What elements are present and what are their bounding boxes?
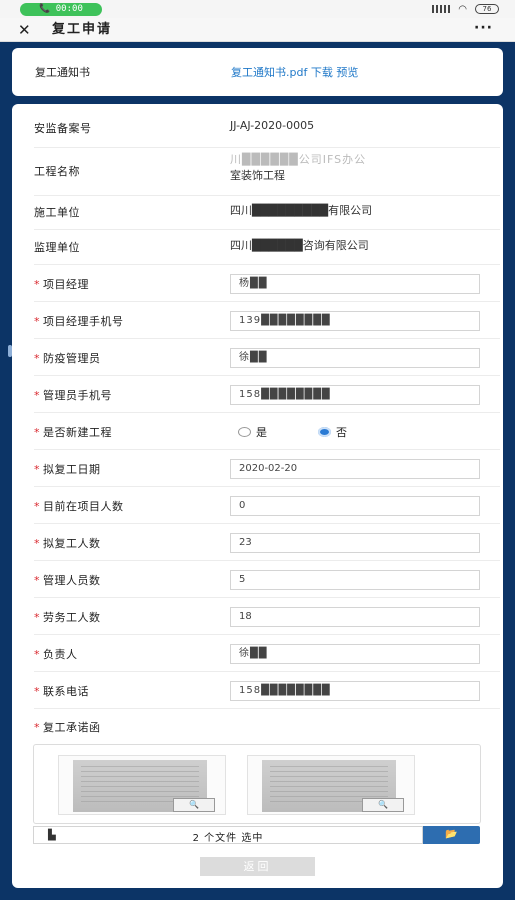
row-mgmt-people: * 管理人员数 5 [34, 561, 500, 598]
mgmt-people-input[interactable]: 5 [230, 570, 480, 590]
page-title: 复工申请 [52, 22, 113, 37]
file-input[interactable]: ▙ 2 个文件 选中 [33, 826, 423, 844]
project-name-value: 川██████公司IFS办公 室装饰工程 [230, 153, 367, 182]
row-person-in-charge: * 负责人 徐██ [34, 635, 500, 672]
zoom-icon[interactable]: 🔍 [362, 798, 404, 812]
row-supervision-unit: 监理单位 四川██████咨询有限公司 [34, 230, 500, 265]
row-contact-phone: * 联系电话 158████████ [34, 672, 500, 709]
notice-label: 复工通知书 [35, 66, 90, 79]
row-pm-phone: * 项目经理手机号 139████████ [34, 302, 500, 339]
field-label: * 联系电话 [34, 685, 89, 698]
back-button[interactable]: 返回 [200, 857, 315, 876]
radio-no[interactable]: 否 [318, 424, 347, 440]
labor-people-input[interactable]: 18 [230, 607, 480, 627]
resume-people-input[interactable]: 23 [230, 533, 480, 553]
field-label: 施工单位 [34, 206, 80, 219]
close-icon[interactable]: ✕ [18, 21, 31, 39]
folder-open-icon: 📂 [445, 829, 458, 840]
radio-no-circle[interactable] [318, 427, 331, 437]
field-label: 安监备案号 [34, 122, 92, 135]
field-label: * 负责人 [34, 648, 78, 661]
row-project-manager: * 项目经理 杨██ [34, 265, 500, 302]
status-icons: ◠ 76 [432, 2, 499, 16]
notice-download-link[interactable]: 复工通知书.pdf 下载 预览 [231, 64, 358, 80]
row-project-name: 工程名称 川██████公司IFS办公 室装饰工程 [34, 148, 500, 196]
field-label: 监理单位 [34, 241, 80, 254]
field-label: * 目前在项目人数 [34, 500, 124, 513]
construction-unit-value: 四川█████████有限公司 [230, 204, 373, 217]
call-time: 00:00 [55, 4, 83, 14]
field-label: * 复工承诺函 [34, 721, 101, 734]
field-label: * 项目经理手机号 [34, 315, 124, 328]
field-label: * 管理人员数 [34, 574, 101, 587]
file-thumbnail[interactable]: 🔍 [247, 755, 415, 815]
epidemic-manager-input[interactable]: 徐██ [230, 348, 480, 368]
row-manager-phone: * 管理员手机号 158████████ [34, 376, 500, 413]
status-bar: 📞 00:00 ◠ 76 [0, 0, 515, 18]
current-people-input[interactable]: 0 [230, 496, 480, 516]
manager-phone-input[interactable]: 158████████ [230, 385, 480, 405]
field-label: * 防疫管理员 [34, 352, 101, 365]
person-in-charge-input[interactable]: 徐██ [230, 644, 480, 664]
field-label: 工程名称 [34, 165, 80, 178]
file-thumbnail[interactable]: 🔍 [58, 755, 226, 815]
row-epidemic-manager: * 防疫管理员 徐██ [34, 339, 500, 376]
notice-card: 复工通知书 复工通知书.pdf 下载 预览 [12, 48, 503, 96]
zoom-icon[interactable]: 🔍 [173, 798, 215, 812]
pm-phone-input[interactable]: 139████████ [230, 311, 480, 331]
battery-icon: 76 [475, 4, 499, 14]
field-label: * 项目经理 [34, 278, 89, 291]
title-bar: ✕ 复工申请 ··· [0, 18, 515, 42]
radio-yes[interactable]: 是 [238, 424, 267, 440]
project-manager-input[interactable]: 杨██ [230, 274, 480, 294]
radio-yes-circle[interactable] [238, 427, 251, 437]
upload-preview-box: 🔍 🔍 [33, 744, 481, 824]
field-label: * 劳务工人数 [34, 611, 101, 624]
row-labor-people: * 劳务工人数 18 [34, 598, 500, 635]
row-resume-people: * 拟复工人数 23 [34, 524, 500, 561]
row-current-people: * 目前在项目人数 0 [34, 487, 500, 524]
row-commitment: * 复工承诺函 [34, 709, 500, 739]
field-label: * 是否新建工程 [34, 426, 112, 439]
row-construction-unit: 施工单位 四川█████████有限公司 [34, 196, 500, 230]
resume-date-input[interactable]: 2020-02-20 [230, 459, 480, 479]
signal-icon [432, 5, 451, 13]
row-resume-date: * 拟复工日期 2020-02-20 [34, 450, 500, 487]
browse-button[interactable]: 📂 [423, 826, 480, 844]
more-menu-button[interactable]: ··· [474, 19, 493, 37]
field-label: * 管理员手机号 [34, 389, 112, 402]
filing-no-value: JJ-AJ-2020-0005 [230, 119, 315, 132]
contact-phone-input[interactable]: 158████████ [230, 681, 480, 701]
field-label: * 拟复工日期 [34, 463, 101, 476]
supervision-unit-value: 四川██████咨询有限公司 [230, 239, 369, 252]
file-status-text: 2 个文件 选中 [192, 833, 264, 844]
field-label: * 拟复工人数 [34, 537, 101, 550]
call-indicator[interactable]: 📞 00:00 [20, 3, 102, 16]
row-new-project: * 是否新建工程 是 否 [34, 413, 500, 450]
row-filing-no: 安监备案号 JJ-AJ-2020-0005 [34, 104, 500, 148]
wifi-icon: ◠ [458, 3, 467, 15]
